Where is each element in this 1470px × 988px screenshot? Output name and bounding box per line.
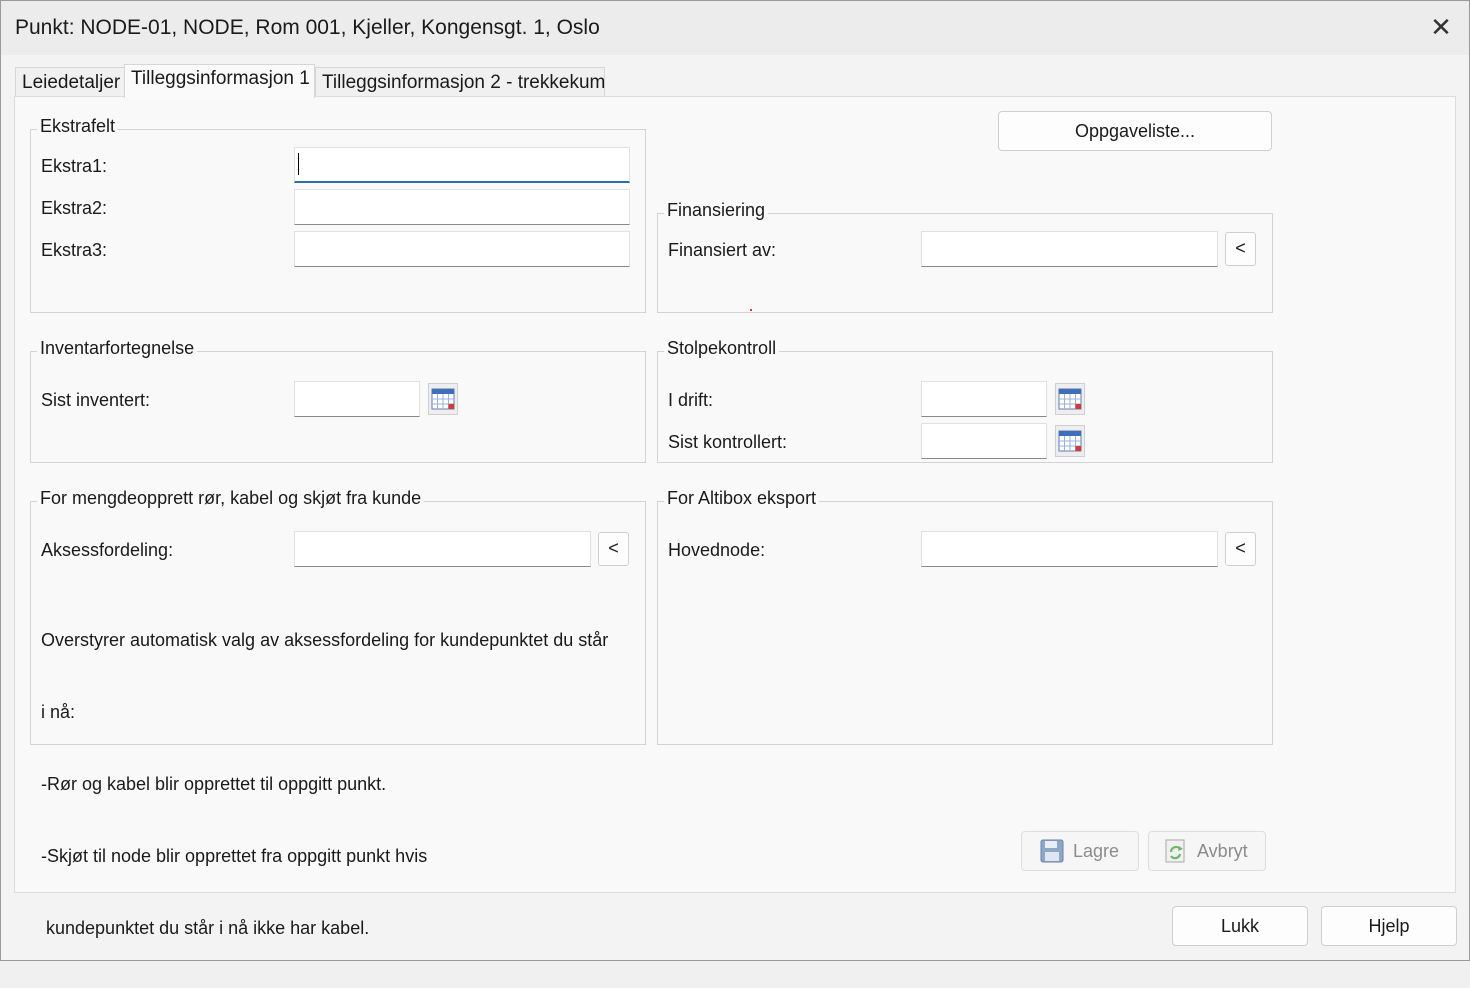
close-icon[interactable]: ✕ (1421, 9, 1461, 47)
tab-leiedetaljer[interactable]: Leiedetaljer (15, 67, 126, 97)
hovednode-input[interactable] (921, 531, 1218, 567)
aksessfordeling-pick-button[interactable]: < (598, 532, 629, 566)
sist-inventert-label: Sist inventert: (41, 390, 151, 410)
hovednode-label: Hovednode: (668, 540, 766, 560)
ekstra2-input[interactable] (294, 189, 630, 225)
finansiert-av-label: Finansiert av: (668, 240, 777, 260)
calendar-icon[interactable] (1055, 383, 1085, 415)
i-drift-input[interactable] (921, 381, 1047, 417)
hjelp-button[interactable]: Hjelp (1321, 906, 1457, 946)
save-button[interactable]: Lagre (1021, 831, 1139, 871)
sist-inventert-input[interactable] (294, 381, 420, 417)
text-caret (298, 153, 299, 175)
aksessfordeling-note: Overstyrer automatisk valg av aksessford… (41, 580, 608, 988)
floppy-disk-icon (1040, 839, 1064, 868)
red-dot (750, 309, 752, 311)
altibox-title: For Altibox eksport (664, 488, 820, 509)
calendar-icon[interactable] (1055, 425, 1085, 457)
title-bar: Punkt: NODE-01, NODE, Rom 001, Kjeller, … (1, 1, 1469, 55)
note-line: kundepunktet du står i nå ikke har kabel… (41, 918, 370, 938)
oppgaveliste-button[interactable]: Oppgaveliste... (998, 111, 1272, 151)
window-title: Punkt: NODE-01, NODE, Rom 001, Kjeller, … (15, 16, 600, 39)
ekstra3-label: Ekstra3: (41, 240, 108, 260)
inventar-title: Inventarfortegnelse (37, 338, 198, 359)
i-drift-label: I drift: (668, 390, 714, 410)
aksessfordeling-label: Aksessfordeling: (41, 540, 174, 560)
altibox-group: For Altibox eksport Hovednode: < (657, 488, 1273, 745)
ekstrafelt-title: Ekstrafelt (37, 116, 119, 137)
mengdeopprett-title: For mengdeopprett rør, kabel og skjøt fr… (37, 488, 425, 509)
ekstra1-label: Ekstra1: (41, 156, 108, 176)
ekstrafelt-group: Ekstrafelt Ekstra1: Ekstra2: Ekstra3: (30, 116, 646, 313)
dialog-window: Punkt: NODE-01, NODE, Rom 001, Kjeller, … (0, 0, 1470, 961)
note-line: -Rør og kabel blir opprettet til oppgitt… (41, 774, 387, 794)
mengdeopprett-group: For mengdeopprett rør, kabel og skjøt fr… (30, 488, 646, 938)
inventar-group: Inventarfortegnelse Sist inventert: (30, 338, 646, 463)
tab-panel: Oppgaveliste... Ekstrafelt Ekstra1: Ekst… (14, 96, 1456, 938)
hovednode-pick-button[interactable]: < (1225, 532, 1256, 566)
ekstra2-label: Ekstra2: (41, 198, 108, 218)
lukk-button[interactable]: Lukk (1172, 906, 1308, 946)
note-line: i nå: (41, 702, 76, 722)
note-line: Overstyrer automatisk valg av aksessford… (41, 630, 609, 650)
tab-tilleggsinformasjon-2[interactable]: Tilleggsinformasjon 2 - trekkekum (315, 67, 605, 97)
refresh-icon (1163, 838, 1189, 869)
finansiert-av-input[interactable] (921, 231, 1218, 267)
sist-kontrollert-label: Sist kontrollert: (668, 432, 788, 452)
note-line: -Skjøt til node blir opprettet fra oppgi… (41, 846, 428, 866)
finansiering-group: Finansiering Finansiert av: < (657, 200, 1273, 313)
sist-kontrollert-input[interactable] (921, 423, 1047, 459)
aksessfordeling-input[interactable] (294, 531, 591, 567)
stolpekontroll-title: Stolpekontroll (664, 338, 780, 359)
cancel-button[interactable]: Avbryt (1148, 831, 1266, 871)
ekstra3-input[interactable] (294, 231, 630, 267)
tab-tilleggsinformasjon-1[interactable]: Tilleggsinformasjon 1 (124, 64, 315, 98)
finansiert-av-pick-button[interactable]: < (1225, 232, 1256, 266)
finansiering-title: Finansiering (664, 200, 769, 221)
calendar-icon[interactable] (428, 383, 458, 415)
cancel-label: Avbryt (1197, 841, 1248, 861)
stolpekontroll-group: Stolpekontroll I drift: Sist kontrollert… (657, 338, 1273, 463)
save-label: Lagre (1073, 841, 1120, 861)
ekstra1-input[interactable] (294, 147, 630, 183)
